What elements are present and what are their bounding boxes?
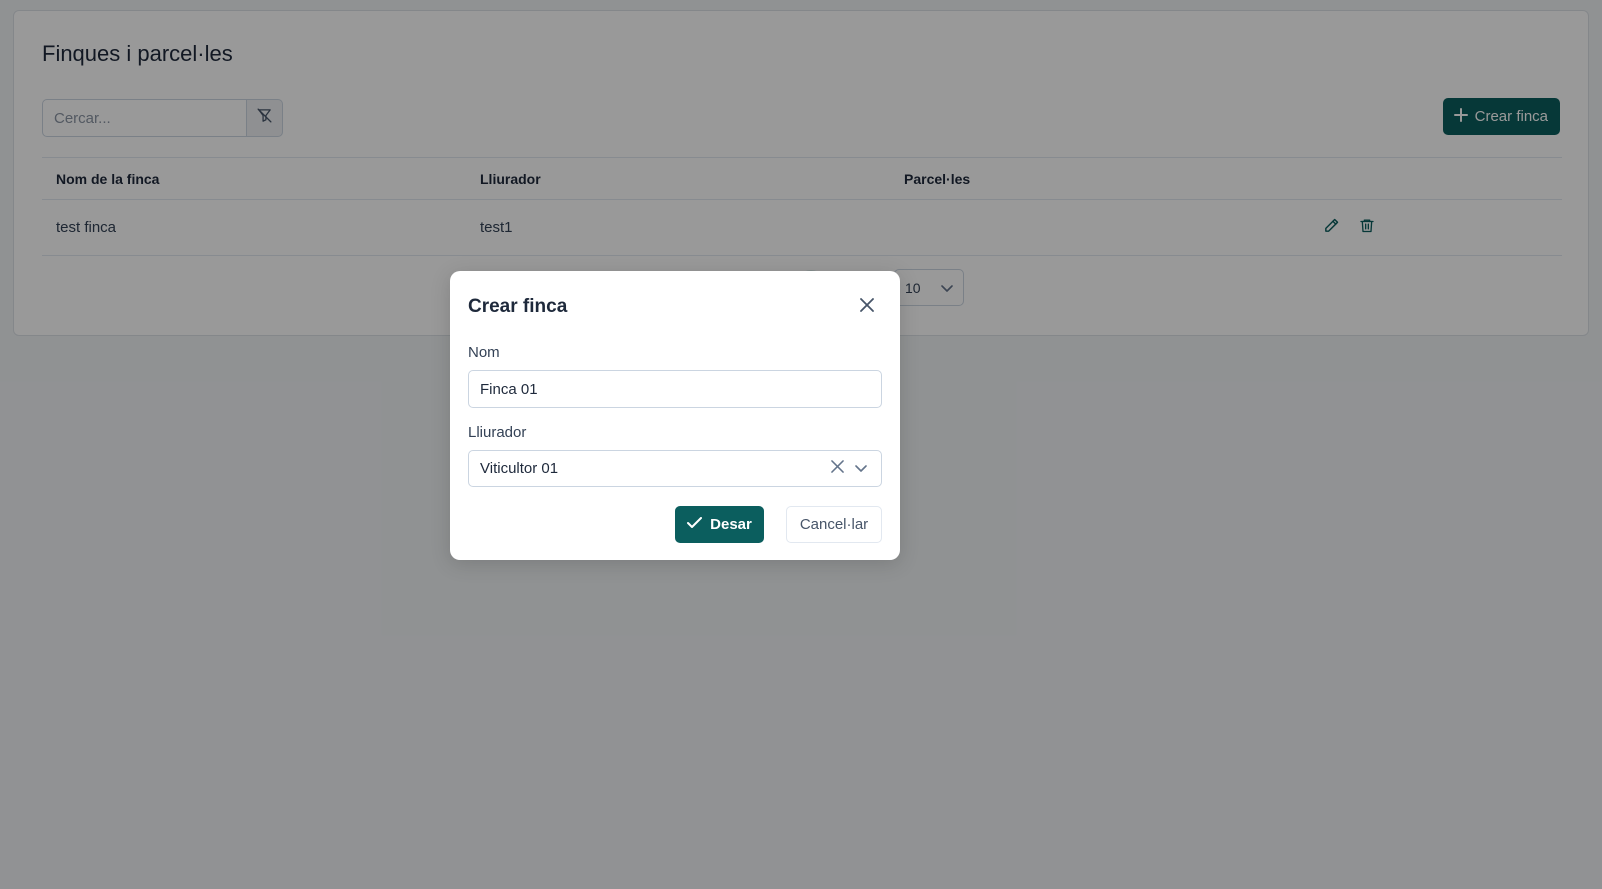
dialog-title: Crear finca bbox=[468, 296, 568, 317]
close-icon bbox=[830, 460, 844, 477]
supplier-select[interactable]: Viticultor 01 bbox=[468, 450, 882, 487]
chevron-down-icon[interactable] bbox=[852, 460, 870, 478]
supplier-value: Viticultor 01 bbox=[480, 460, 559, 477]
clear-selection-button[interactable] bbox=[828, 460, 846, 478]
name-label: Nom bbox=[468, 344, 500, 361]
close-icon bbox=[860, 297, 874, 317]
name-field[interactable] bbox=[468, 370, 882, 408]
close-button[interactable] bbox=[858, 297, 876, 317]
save-label: Desar bbox=[710, 516, 752, 533]
save-button[interactable]: Desar bbox=[675, 506, 764, 543]
cancel-button[interactable]: Cancel·lar bbox=[786, 506, 882, 543]
supplier-label: Lliurador bbox=[468, 424, 527, 441]
cancel-label: Cancel·lar bbox=[799, 516, 869, 533]
check-icon bbox=[687, 516, 703, 533]
create-farm-dialog: Crear finca Nom Lliurador Viticultor 01 bbox=[450, 271, 900, 560]
